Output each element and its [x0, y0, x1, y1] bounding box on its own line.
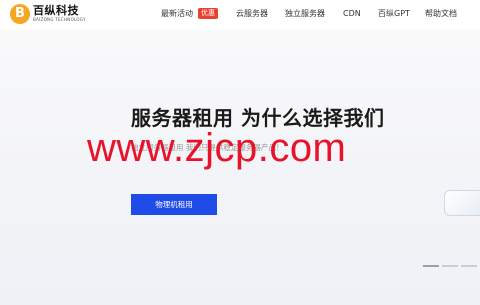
main-nav: 最新活动 优惠 云服务器 独立服务器 CDN 百纵GPT 帮助文档 [0, 0, 480, 30]
hero-device-illustration [444, 190, 480, 216]
carousel-dot-2[interactable] [442, 265, 458, 267]
nav-item-help-docs[interactable]: 帮助文档 [425, 9, 457, 19]
carousel-dot-3[interactable] [461, 265, 477, 267]
carousel-dot-1[interactable] [423, 265, 439, 267]
nav-item-cloud-server[interactable]: 云服务器 [236, 9, 268, 19]
nav-item-dedicated-server[interactable]: 独立服务器 [285, 9, 325, 19]
watermark-text: www.zjcp.com [87, 126, 347, 170]
carousel-indicators [423, 265, 477, 267]
top-navigation-bar: B 百纵科技 BAIZONG TECHNOLOGY 最新活动 优惠 云服务器 独… [0, 0, 480, 30]
nav-item-latest-activity[interactable]: 最新活动 [161, 9, 193, 19]
physical-server-rental-button[interactable]: 物理机租用 [131, 194, 217, 215]
promo-badge: 优惠 [198, 8, 218, 19]
nav-item-cdn[interactable]: CDN [343, 9, 361, 19]
nav-item-gpt[interactable]: 百纵GPT [378, 9, 410, 19]
